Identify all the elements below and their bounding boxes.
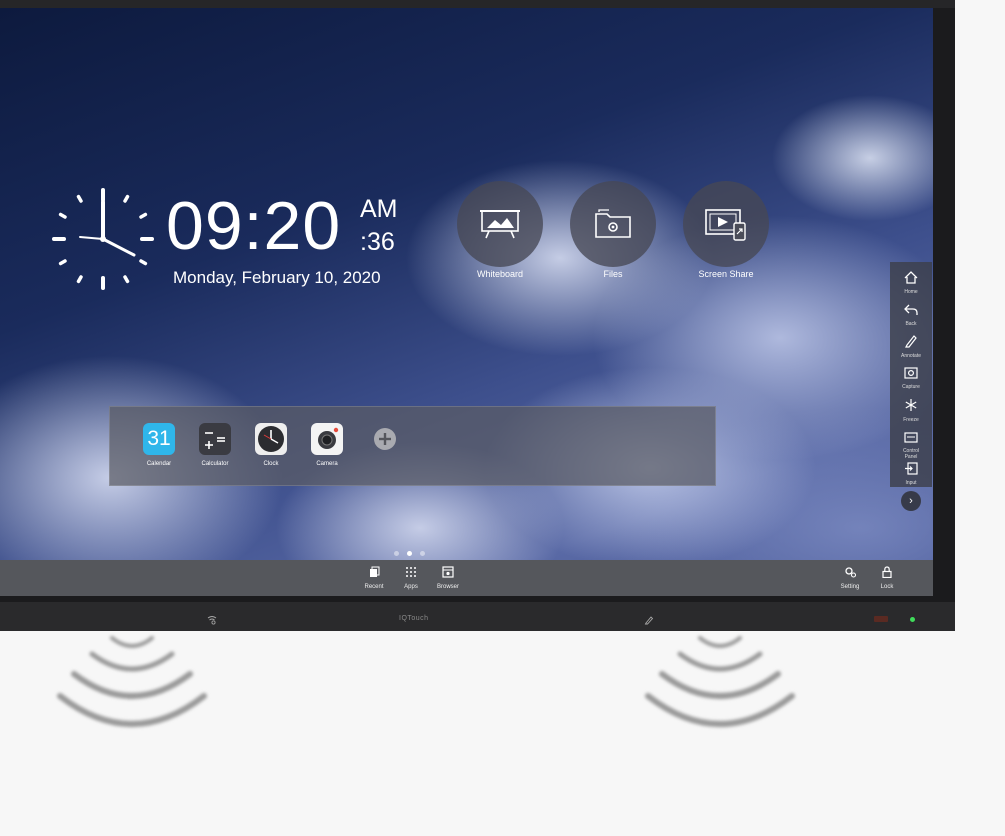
screen-share-icon [705,209,746,241]
home-icon [904,271,918,284]
sidebar-label: Freeze [903,417,919,423]
capture-icon [904,367,918,379]
sidebar-item-control-panel[interactable]: Control Panel [890,430,932,460]
taskbar-browser[interactable]: Browser [428,565,468,590]
dock-label: Clock [263,461,279,467]
page-dot-active[interactable] [407,551,412,556]
control-panel-icon [904,432,918,443]
seconds-display: :36 [360,228,395,256]
ir-sensor [874,616,888,622]
sidebar-label: Capture [902,384,920,390]
add-app-button[interactable] [363,423,407,455]
sidebar-item-capture[interactable]: Capture [890,366,932,390]
app-circle [683,181,769,267]
page-indicator [394,543,434,556]
sidebar-item-home[interactable]: Home [890,271,932,295]
taskbar-label: Lock [880,584,894,590]
clock-icon [255,423,287,455]
dock-label: Calendar [146,461,172,467]
files-icon [595,209,631,238]
sound-wave-icon [57,636,207,727]
sidebar-item-back[interactable]: Back [890,303,932,327]
sidebar-label: Control Panel [902,448,920,460]
app-whiteboard[interactable]: Whiteboard [455,181,545,279]
sidebar-item-input[interactable]: Input [890,462,932,486]
dock-item-camera[interactable]: Camera [305,423,349,467]
side-toolbar: Home Back Annotate Capture Freeze Contro… [890,262,932,487]
sidebar-expand-button[interactable]: › [901,491,921,511]
sidebar-label: Back [905,321,917,327]
taskbar-apps[interactable]: Apps [391,565,431,590]
lock-icon [882,566,892,579]
digital-time: 09:20 [166,188,342,264]
app-dock: 31 Calendar Calculator Clock Camera [109,406,716,486]
power-led [910,617,915,622]
dock-label: Calculator [201,461,229,467]
app-label: Whiteboard [476,269,524,279]
sound-wave-icon [645,636,795,727]
back-icon [904,304,918,315]
calendar-day: 31 [147,427,171,450]
settings-icon [844,567,856,578]
home-screen: 09:20 AM :36 Monday, February 10, 2020 W… [0,8,933,596]
date-display: Monday, February 10, 2020 [173,268,381,287]
app-files[interactable]: Files [568,181,658,279]
page-dot[interactable] [394,551,399,556]
analog-clock-icon [52,188,154,290]
add-icon [369,423,401,455]
dock-label: Camera [316,461,338,467]
display-chin [0,602,955,631]
calendar-icon: 31 [143,423,175,455]
page-dot[interactable] [420,551,425,556]
recent-icon [370,566,380,577]
taskbar-label: Apps [404,584,418,590]
sidebar-label: Home [904,289,918,295]
wireless-icon [207,616,217,625]
sidebar-label: Input [905,480,917,486]
annotate-icon [905,335,917,348]
app-label: Files [603,269,623,279]
browser-icon [442,566,454,578]
taskbar-label: Recent [364,584,384,590]
camera-icon [311,423,343,455]
dock-item-clock[interactable]: Clock [249,423,293,467]
whiteboard-icon [480,210,520,239]
app-circle [457,181,543,267]
freeze-icon [905,399,917,411]
app-circle [570,181,656,267]
taskbar-label: Browser [436,584,459,590]
app-label: Screen Share [698,269,754,279]
sidebar-label: Annotate [900,353,922,359]
app-screen-share[interactable]: Screen Share [681,181,771,279]
dock-item-calendar[interactable]: 31 Calendar [137,423,181,467]
taskbar-lock[interactable]: Lock [867,565,907,590]
taskbar-setting[interactable]: Setting [830,565,870,590]
ampm-indicator: AM [360,195,398,223]
sidebar-item-freeze[interactable]: Freeze [890,398,932,423]
input-icon [905,462,918,475]
bezel-top-edge [0,0,955,8]
taskbar-label: Setting [840,584,860,590]
taskbar: Recent Apps Browser Setting Lock [0,560,933,596]
taskbar-recent[interactable]: Recent [354,565,394,590]
brand-logo: IQTouch [399,615,429,622]
calculator-icon [199,423,231,455]
pen-icon [644,616,654,625]
dock-item-calculator[interactable]: Calculator [193,423,237,467]
apps-grid-icon [406,567,416,577]
sidebar-item-annotate[interactable]: Annotate [890,334,932,359]
